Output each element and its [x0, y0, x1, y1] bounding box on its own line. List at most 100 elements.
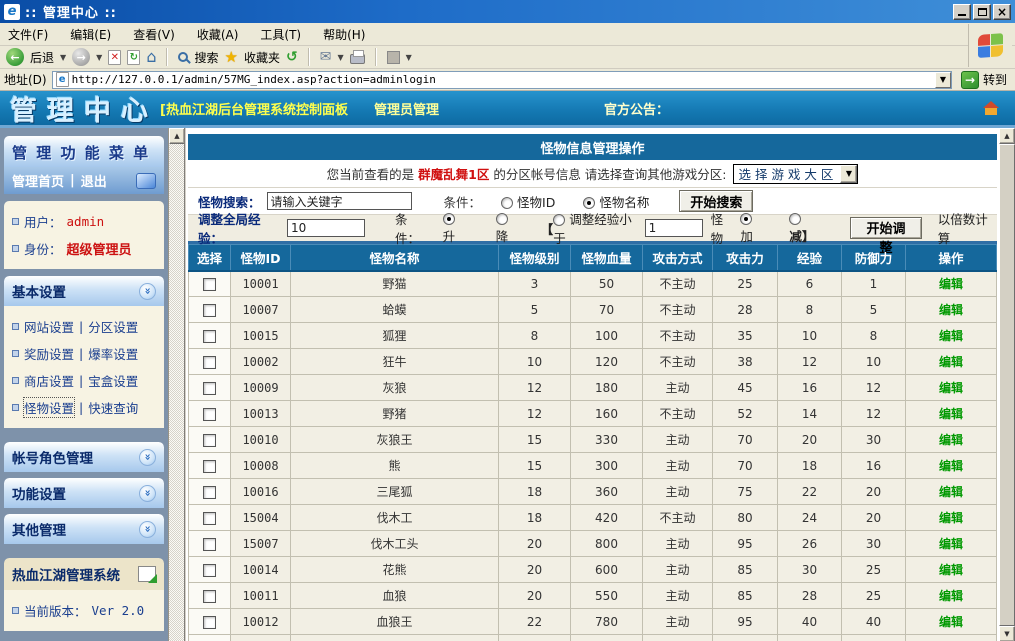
keyword-input[interactable]: [267, 192, 412, 210]
menu-file[interactable]: 文件(F): [8, 26, 48, 43]
favorites-button[interactable]: ★ 收藏夹: [225, 49, 280, 66]
mail-dropdown-icon[interactable]: ▼: [337, 53, 343, 62]
search-button[interactable]: 搜索: [178, 49, 218, 66]
sidebar-item-shop-settings[interactable]: 商店设置: [24, 371, 74, 390]
exp-value-input[interactable]: [287, 219, 365, 237]
radio-monster-name[interactable]: 怪物名称: [583, 192, 649, 211]
menu-view[interactable]: 查看(V): [133, 26, 175, 43]
section-other-manage[interactable]: 其他管理 »: [4, 514, 164, 544]
menu-favorites[interactable]: 收藏(A): [197, 26, 239, 43]
chevron-double-down-icon[interactable]: »: [139, 485, 156, 502]
admin-manage-link[interactable]: 管理员管理: [374, 99, 439, 118]
sidebar-item-site-settings[interactable]: 网站设置: [24, 317, 74, 336]
radio-monster-id[interactable]: 怪物ID: [501, 192, 555, 211]
edit-link[interactable]: 编辑: [939, 485, 963, 499]
row-checkbox[interactable]: [203, 382, 216, 395]
menu-help[interactable]: 帮助(H): [323, 26, 365, 43]
scroll-up-icon[interactable]: ▲: [999, 128, 1015, 144]
edit-link[interactable]: 编辑: [939, 381, 963, 395]
edit-dropdown-icon[interactable]: ▼: [406, 53, 412, 62]
row-checkbox[interactable]: [203, 590, 216, 603]
edit-link[interactable]: 编辑: [939, 563, 963, 577]
back-button[interactable]: ← 后退 ▼: [6, 48, 66, 66]
edit-link[interactable]: 编辑: [939, 329, 963, 343]
edit-link[interactable]: 编辑: [939, 511, 963, 525]
maximize-button[interactable]: [973, 4, 991, 20]
start-adjust-button[interactable]: 开始调整: [850, 217, 921, 239]
refresh-button[interactable]: ↻: [127, 50, 140, 65]
back-dropdown-icon[interactable]: ▼: [60, 53, 66, 62]
sidebar-item-zone-settings[interactable]: 分区设置: [88, 317, 138, 336]
section-account-role[interactable]: 帐号角色管理 »: [4, 442, 164, 472]
row-checkbox[interactable]: [203, 460, 216, 473]
row-checkbox[interactable]: [203, 564, 216, 577]
row-checkbox[interactable]: [203, 434, 216, 447]
table-row: 10008熊15300主动701816编辑: [189, 453, 997, 479]
banner-home-icon[interactable]: [983, 101, 999, 115]
stop-button[interactable]: ✕: [108, 50, 121, 65]
edit-page-button[interactable]: ▼: [387, 51, 412, 64]
edit-link[interactable]: 编辑: [939, 303, 963, 317]
section-function-settings[interactable]: 功能设置 »: [4, 478, 164, 508]
minimize-icon: [958, 14, 966, 16]
sidebar-item-logout[interactable]: 退出: [81, 171, 107, 190]
row-checkbox[interactable]: [203, 330, 216, 343]
home-button[interactable]: ⌂: [146, 49, 156, 65]
row-checkbox[interactable]: [203, 616, 216, 629]
sidebar-item-quick-query[interactable]: 快速查询: [88, 398, 138, 417]
select-dropdown-icon[interactable]: ▼: [840, 165, 857, 183]
address-input[interactable]: [72, 73, 935, 87]
radio-exp-less-than[interactable]: 调整经验小于: [553, 209, 639, 247]
edit-link[interactable]: 编辑: [939, 589, 963, 603]
adjust-label: 调整全局经验：: [198, 209, 281, 247]
close-button[interactable]: ×: [993, 4, 1011, 20]
minimize-button[interactable]: [953, 4, 971, 20]
row-checkbox[interactable]: [203, 486, 216, 499]
close-icon: ×: [997, 7, 1007, 17]
sidebar-item-monster-settings[interactable]: 怪物设置: [24, 398, 74, 417]
print-button[interactable]: [350, 50, 365, 64]
edit-link[interactable]: 编辑: [939, 277, 963, 291]
scrollbar-thumb[interactable]: [999, 144, 1015, 626]
radio-exp-up[interactable]: 升: [443, 211, 470, 245]
forward-dropdown-icon[interactable]: ▼: [96, 53, 102, 62]
radio-exp-sub[interactable]: 减】: [789, 211, 828, 245]
row-checkbox[interactable]: [203, 512, 216, 525]
table-row: 15007伐木工头20800主动952630编辑: [189, 531, 997, 557]
sidebar-item-reward-settings[interactable]: 奖励设置: [24, 344, 74, 363]
menu-tools[interactable]: 工具(T): [260, 26, 301, 43]
edit-link[interactable]: 编辑: [939, 615, 963, 629]
edit-link[interactable]: 编辑: [939, 459, 963, 473]
edit-link[interactable]: 编辑: [939, 407, 963, 421]
row-checkbox[interactable]: [203, 304, 216, 317]
sidebar-scrollbar[interactable]: ▲: [168, 128, 184, 641]
row-checkbox[interactable]: [203, 538, 216, 551]
row-checkbox[interactable]: [203, 278, 216, 291]
history-button[interactable]: ↺: [286, 50, 298, 64]
chevron-double-down-icon[interactable]: »: [139, 521, 156, 538]
zone-select[interactable]: 选 择 游 戏 大 区 ▼: [733, 164, 859, 184]
exp-threshold-input[interactable]: [645, 219, 703, 237]
edit-link[interactable]: 编辑: [939, 537, 963, 551]
scroll-down-icon[interactable]: ▼: [999, 626, 1015, 641]
mail-button[interactable]: ✉ ▼: [320, 50, 344, 64]
radio-exp-add[interactable]: 加: [740, 211, 767, 245]
menu-edit[interactable]: 编辑(E): [70, 26, 111, 43]
radio-exp-down[interactable]: 降: [496, 211, 523, 245]
chevron-double-down-icon[interactable]: »: [139, 449, 156, 466]
sidebar-item-home[interactable]: 管理首页: [12, 171, 64, 190]
row-checkbox[interactable]: [203, 356, 216, 369]
address-dropdown-icon[interactable]: ▼: [935, 72, 951, 88]
edit-link[interactable]: 编辑: [939, 355, 963, 369]
scroll-up-icon[interactable]: ▲: [169, 128, 185, 144]
row-checkbox[interactable]: [203, 408, 216, 421]
chevron-double-down-icon[interactable]: »: [139, 283, 156, 300]
edit-link[interactable]: 编辑: [939, 433, 963, 447]
go-button[interactable]: → 转到: [957, 71, 1011, 89]
sidebar-item-treasurebox-settings[interactable]: 宝盒设置: [88, 371, 138, 390]
address-field[interactable]: e ▼: [52, 71, 952, 89]
sidebar-item-droprate-settings[interactable]: 爆率设置: [88, 344, 138, 363]
section-basic-settings[interactable]: 基本设置 »: [4, 276, 164, 306]
main-scrollbar[interactable]: ▲ ▼: [999, 128, 1015, 641]
forward-button[interactable]: → ▼: [72, 48, 102, 66]
